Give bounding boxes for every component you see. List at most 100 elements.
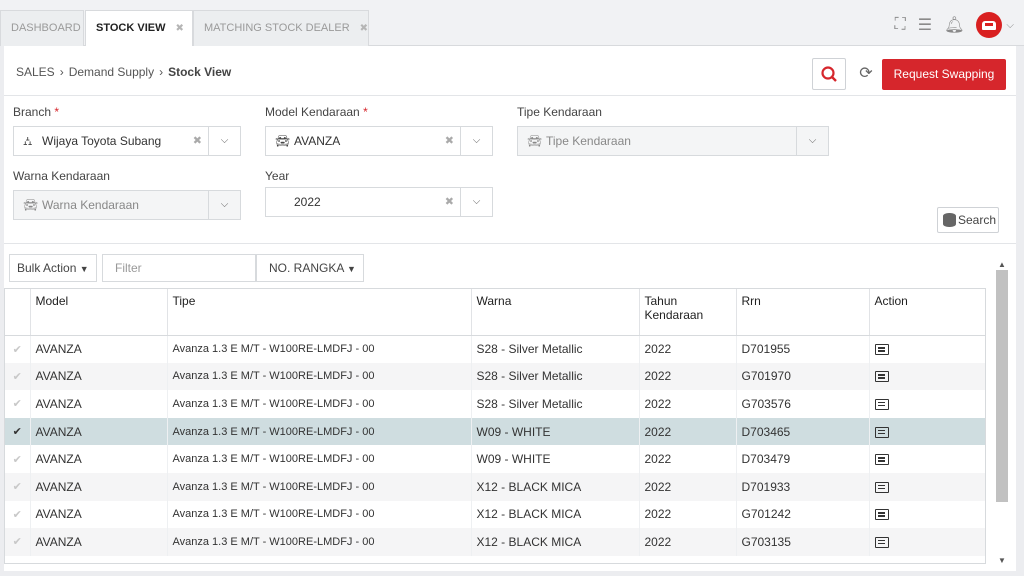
chevron-right-icon: › [59,65,64,79]
close-icon[interactable]: ✖ [360,23,368,34]
filter-input[interactable]: Filter [102,254,256,282]
document-list-icon[interactable] [874,398,889,410]
document-list-icon[interactable] [874,371,889,383]
cell-tipe: Avanza 1.3 E M/T - W100RE-LMDFJ - 00 [167,417,472,446]
cell-warna: S28 - Silver Metallic [471,390,640,418]
row-checkbox[interactable]: ✔ [5,390,31,418]
car-icon: 🚘︎ [275,134,291,148]
bulk-action-dropdown[interactable]: Bulk Action ▼ [9,254,97,282]
breadcrumb-item[interactable]: SALES [16,65,55,79]
document-list-icon[interactable] [874,426,889,438]
avatar[interactable] [976,12,1003,38]
row-checkbox[interactable]: ✔ [5,417,31,446]
scroll-down-icon[interactable]: ▼ [998,556,1006,565]
table-row[interactable]: ✔ AVANZA Avanza 1.3 E M/T - W100RE-LMDFJ -… [5,390,985,418]
main-panel: SALES › Demand Supply › Stock View ⟳ Request… [4,46,1016,571]
refresh-button[interactable]: ⟳ [852,58,880,90]
cell-rrn: G701970 [736,362,870,391]
warna-select[interactable]: 🚘︎ Warna Kendaraan ⌵ [13,190,241,220]
chevron-down-icon[interactable]: ⌵ [208,191,240,219]
document-list-icon[interactable] [874,536,889,548]
tab-stock-view[interactable]: STOCK VIEW ✖ [85,10,193,47]
menu-icon[interactable]: ☰ [918,15,932,35]
checkmark-icon: ✔ [12,536,22,549]
checkmark-icon: ✔ [12,426,22,439]
cell-tahun: 2022 [639,472,737,501]
tab-bar: DASHBOARD STOCK VIEW ✖ MATCHING STOCK DEA… [0,0,1024,47]
table-row[interactable]: ✔ AVANZA Avanza 1.3 E M/T - W100RE-LMDFJ -… [5,362,985,391]
clear-icon[interactable]: ✖ [445,127,454,155]
row-checkbox[interactable]: ✔ [5,528,31,556]
row-checkbox[interactable]: ✔ [5,445,31,473]
row-checkbox[interactable]: ✔ [5,472,31,501]
model-value: AVANZA [294,134,341,148]
cell-tipe: Avanza 1.3 E M/T - W100RE-LMDFJ - 00 [167,528,472,556]
branch-value: Wijaya Toyota Subang [42,134,162,148]
chevron-down-icon[interactable]: ⌵ [796,127,828,155]
breadcrumb-item[interactable]: Demand Supply [69,65,154,79]
cell-warna: X12 - BLACK MICA [471,528,640,556]
chevron-down-icon[interactable]: ⌵ [208,127,240,155]
cell-tipe: Avanza 1.3 E M/T - W100RE-LMDFJ - 00 [167,472,472,501]
column-header-tahun[interactable]: Tahun Kendaraan [639,289,737,336]
tab-label: MATCHING STOCK DEALER [204,22,350,34]
cell-action [869,472,985,501]
cell-tahun: 2022 [639,500,737,529]
document-list-icon[interactable] [874,344,889,356]
search-button[interactable]: Search [937,207,999,233]
search-button-label: Search [958,213,997,227]
warna-placeholder: Warna Kendaraan [42,198,139,212]
scrollbar[interactable]: ▲ ▼ [994,260,1010,565]
scrollbar-thumb[interactable] [996,270,1008,502]
table-row[interactable]: ✔ AVANZA Avanza 1.3 E M/T - W100RE-LMDFJ -… [5,472,985,501]
breadcrumb-current: Stock View [168,65,232,79]
tab-label: DASHBOARD [11,22,81,34]
year-select[interactable]: 2022 ✖ ⌵ [265,187,493,217]
tipe-select[interactable]: 🚘︎ Tipe Kendaraan ⌵ [517,126,829,156]
row-checkbox[interactable]: ✔ [5,500,31,529]
column-select-dropdown[interactable]: NO. RANGKA ▼ [256,254,364,282]
top-icons: ⛶ ☰ 🔔︎ ⌵ [895,10,1014,40]
scroll-up-icon[interactable]: ▲ [998,260,1006,269]
table-row[interactable]: ✔ AVANZA Avanza 1.3 E M/T - W100RE-LMDFJ -… [5,417,985,446]
branch-select[interactable]: ⛼ Wijaya Toyota Subang ✖ ⌵ [13,126,241,156]
caret-down-icon: ▼ [347,264,356,274]
fullscreen-icon[interactable]: ⛶ [895,16,906,34]
cell-warna: W09 - WHITE [471,417,640,446]
stock-table: Model Tipe Warna Tahun Kendaraan Rrn Act… [4,288,986,564]
cell-rrn: D701955 [736,335,870,363]
document-list-icon[interactable] [874,481,889,493]
column-header-model[interactable]: Model [30,289,168,336]
table-row[interactable]: ✔ AVANZA Avanza 1.3 E M/T - W100RE-LMDFJ -… [5,528,985,556]
tab-dashboard[interactable]: DASHBOARD [0,10,84,46]
row-checkbox[interactable]: ✔ [5,362,31,391]
column-header-tipe[interactable]: Tipe [167,289,472,336]
chevron-down-icon[interactable]: ⌵ [1006,20,1014,31]
table-row[interactable]: ✔ AVANZA Avanza 1.3 E M/T - W100RE-LMDFJ -… [5,335,985,363]
document-list-icon[interactable] [874,454,889,466]
chevron-down-icon[interactable]: ⌵ [460,188,492,216]
column-header-rrn[interactable]: Rrn [736,289,870,336]
search-toggle-button[interactable] [812,58,846,90]
document-list-icon[interactable] [874,509,889,521]
cell-warna: S28 - Silver Metallic [471,362,640,391]
request-swapping-button[interactable]: Request Swapping [882,59,1006,90]
chevron-down-icon[interactable]: ⌵ [460,127,492,155]
table-row[interactable]: ✔ AVANZA Avanza 1.3 E M/T - W100RE-LMDFJ -… [5,500,985,529]
breadcrumb-row: SALES › Demand Supply › Stock View ⟳ Request… [4,46,1016,96]
chevron-right-icon: › [159,65,164,79]
column-header-warna[interactable]: Warna [471,289,640,336]
table-row[interactable]: ✔ AVANZA Avanza 1.3 E M/T - W100RE-LMDFJ -… [5,445,985,473]
bell-icon[interactable]: 🔔︎ [944,15,964,35]
checkmark-icon: ✔ [12,398,22,411]
cell-action [869,390,985,418]
tab-matching-stock-dealer[interactable]: MATCHING STOCK DEALER ✖ [193,10,369,46]
cell-action [869,335,985,363]
close-icon[interactable]: ✖ [175,23,183,34]
checkmark-icon: ✔ [12,481,22,494]
model-select[interactable]: 🚘︎ AVANZA ✖ ⌵ [265,126,493,156]
clear-icon[interactable]: ✖ [193,127,202,155]
row-checkbox[interactable]: ✔ [5,335,31,363]
clear-icon[interactable]: ✖ [445,188,454,216]
cell-tipe: Avanza 1.3 E M/T - W100RE-LMDFJ - 00 [167,390,472,418]
